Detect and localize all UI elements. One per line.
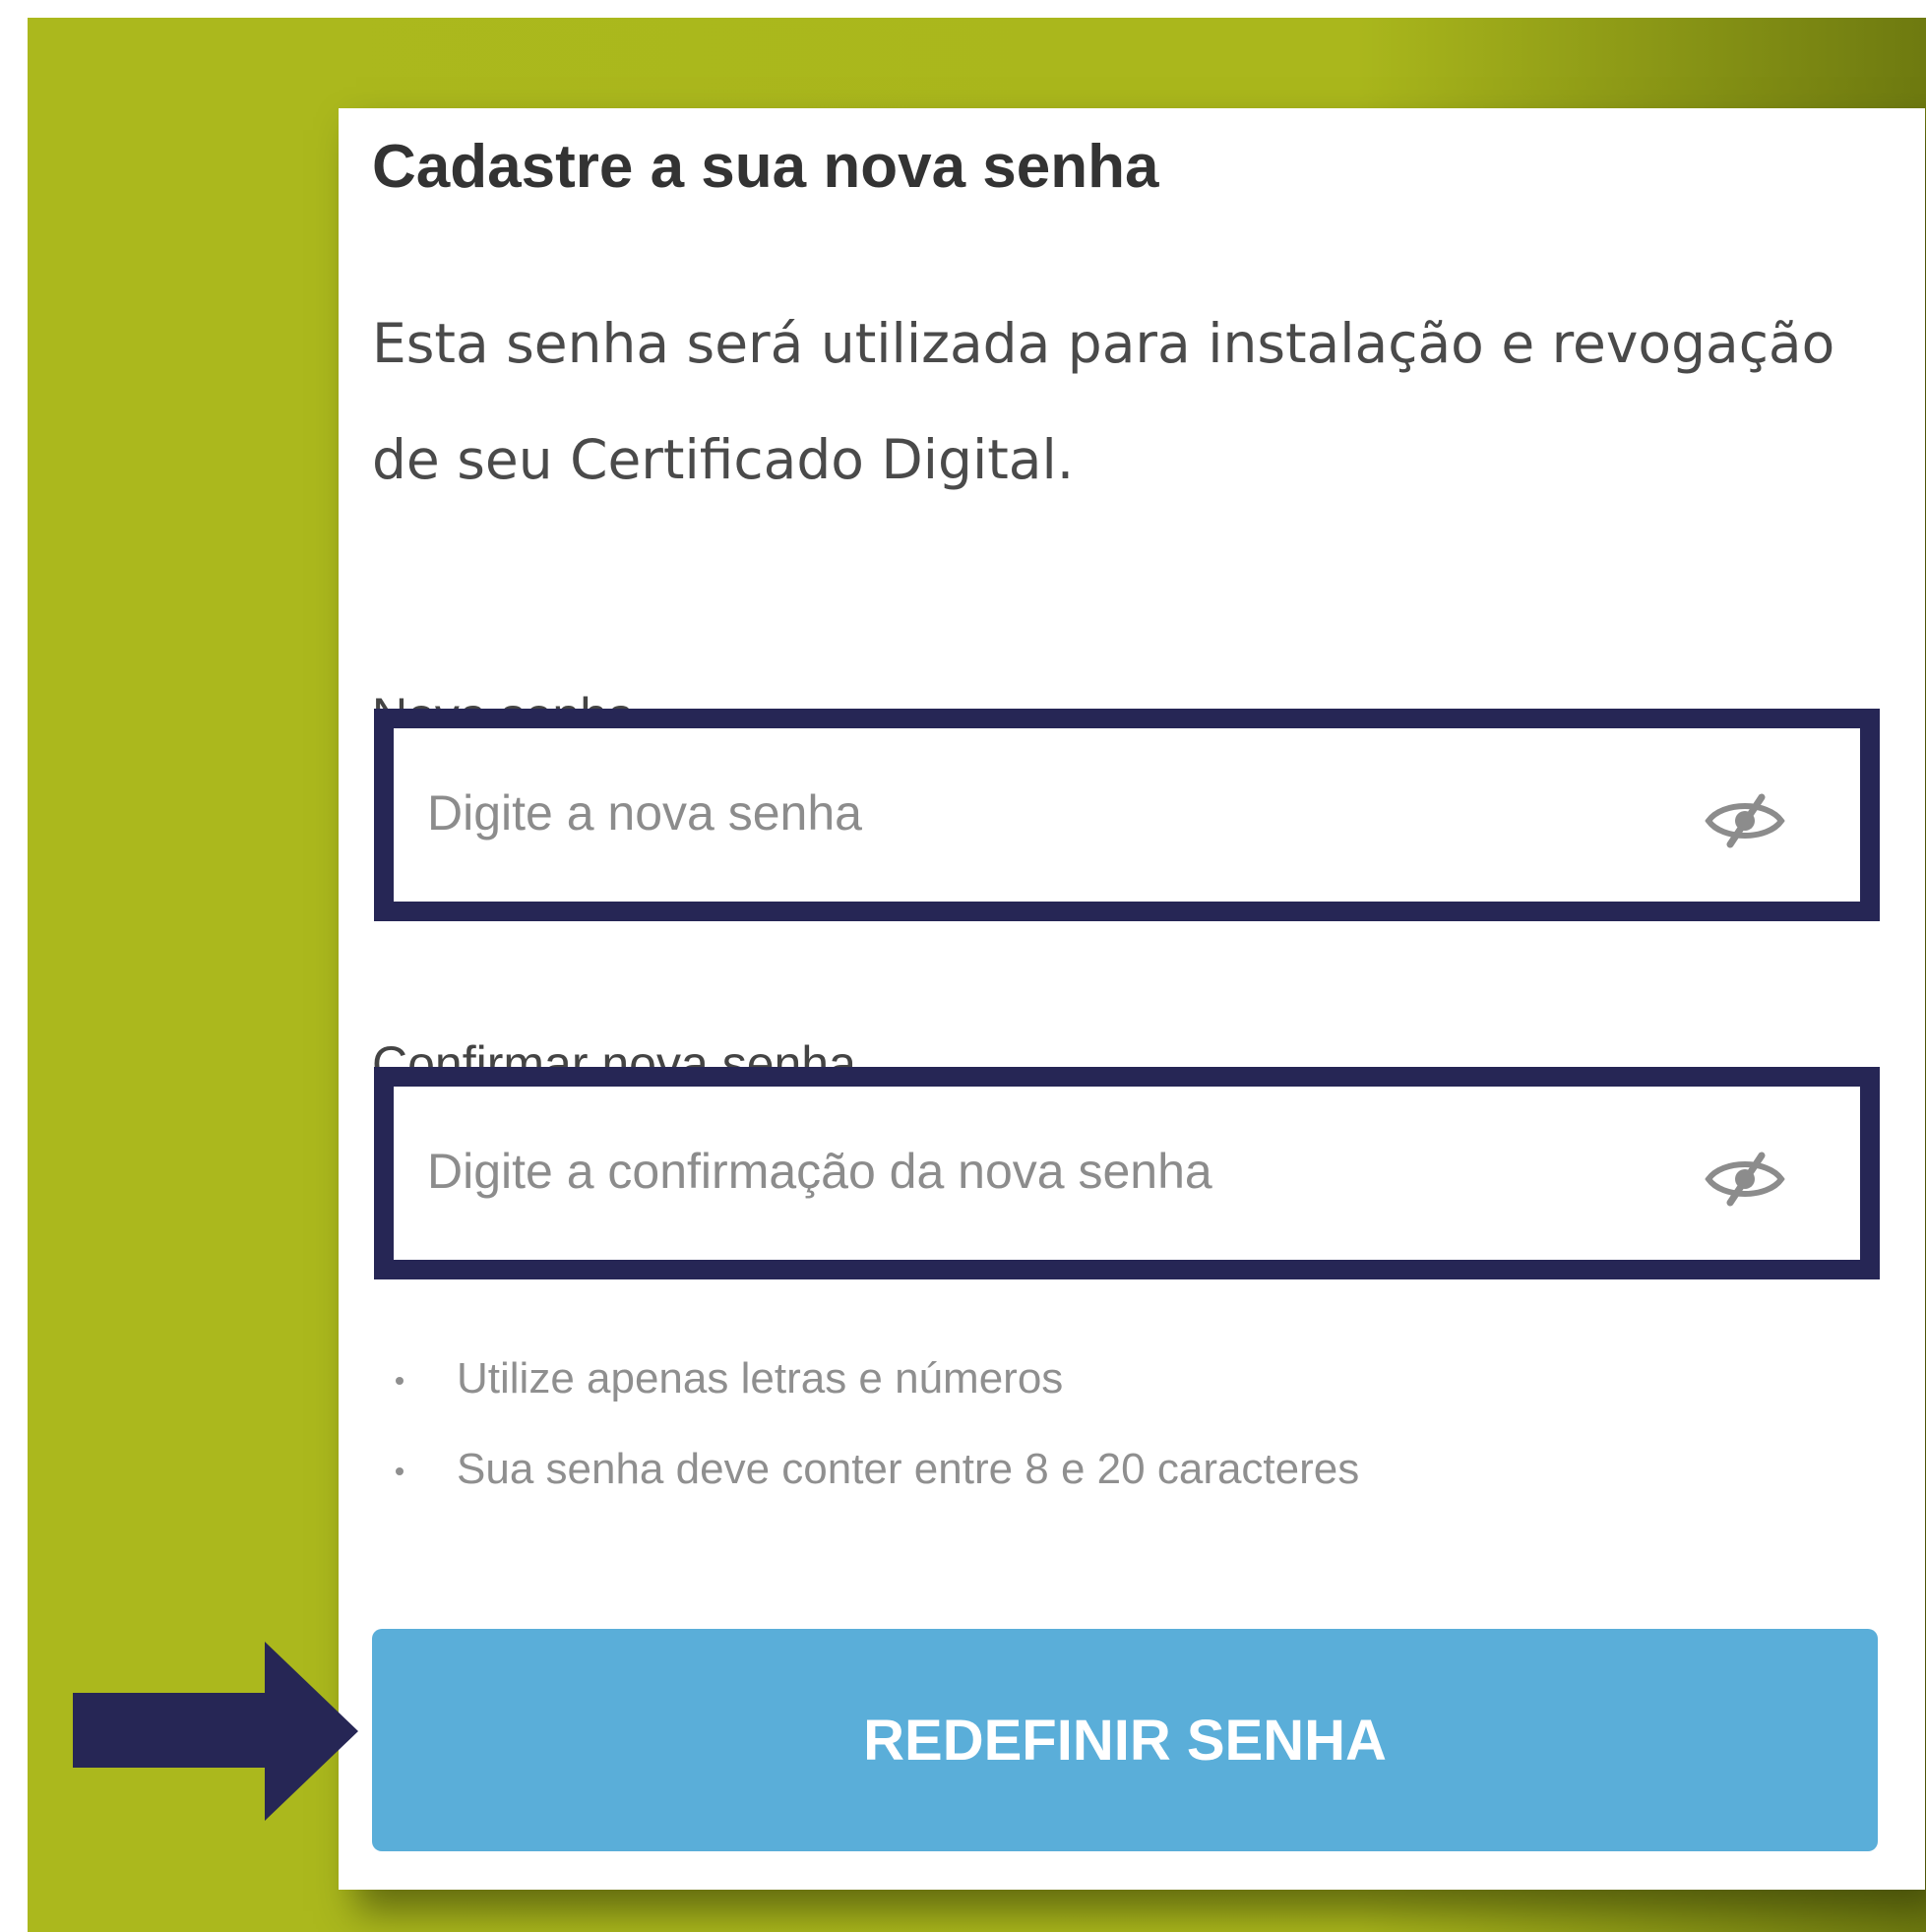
arrow-right-icon xyxy=(73,1642,358,1821)
reset-password-card: Cadastre a sua nova senha Esta senha ser… xyxy=(339,108,1925,1890)
new-password-field[interactable] xyxy=(374,709,1880,921)
eye-slash-icon[interactable] xyxy=(1701,791,1789,850)
reset-password-button[interactable]: REDEFINIR SENHA xyxy=(372,1629,1878,1851)
new-password-input[interactable] xyxy=(427,768,1657,858)
confirm-password-field[interactable] xyxy=(374,1067,1880,1279)
eye-slash-icon[interactable] xyxy=(1701,1150,1789,1209)
password-rule: Utilize apenas letras e números xyxy=(372,1334,1359,1424)
password-rule: Sua senha deve conter entre 8 e 20 carac… xyxy=(372,1424,1359,1515)
page-title: Cadastre a sua nova senha xyxy=(372,133,1159,201)
password-rules-list: Utilize apenas letras e números Sua senh… xyxy=(372,1334,1359,1515)
confirm-password-input[interactable] xyxy=(427,1126,1657,1216)
description-text: Esta senha será utilizada para instalaçã… xyxy=(372,312,1835,491)
